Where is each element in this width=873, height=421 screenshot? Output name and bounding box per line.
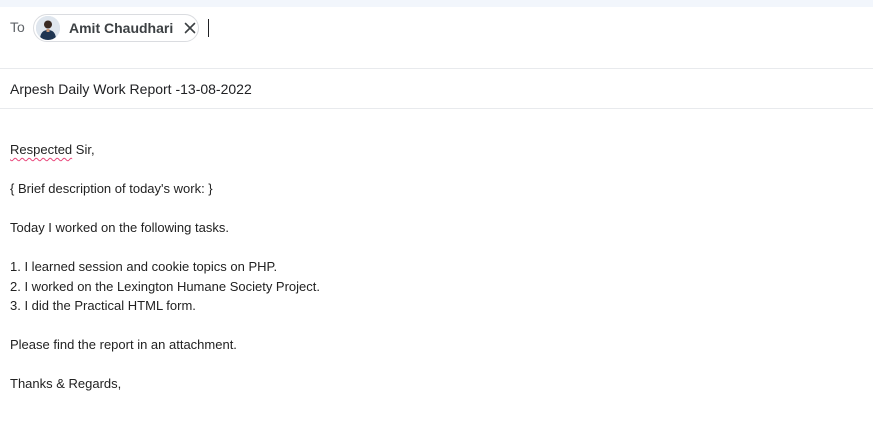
text-cursor	[208, 19, 209, 37]
recipient-chip[interactable]: Amit Chaudhari	[33, 14, 199, 42]
body-line: { Brief description of today's work: }	[10, 181, 213, 196]
subject-text: Arpesh Daily Work Report -13-08-2022	[10, 81, 252, 97]
body-line: 1. I learned session and cookie topics o…	[10, 259, 278, 274]
body-line: Thanks & Regards,	[10, 376, 122, 391]
body-line	[10, 201, 860, 221]
compose-top-bar	[0, 0, 873, 7]
body-line	[10, 357, 860, 377]
misspelled-word[interactable]: Respected	[10, 142, 72, 157]
to-label: To	[10, 19, 25, 35]
body-line	[10, 240, 860, 260]
recipient-avatar	[36, 16, 60, 40]
close-icon[interactable]	[182, 20, 198, 36]
body-line	[10, 318, 860, 338]
message-body[interactable]: Respected Sir, { Brief description of to…	[10, 142, 860, 396]
greeting-line: Respected Sir,	[10, 142, 860, 162]
recipients-row[interactable]: To Amit Chaudhari	[0, 7, 873, 69]
greeting-rest: Sir,	[72, 142, 95, 157]
subject-field[interactable]: Arpesh Daily Work Report -13-08-2022	[0, 69, 873, 109]
recipient-name: Amit Chaudhari	[69, 20, 174, 36]
avatar-photo-icon	[36, 16, 60, 40]
body-line: Today I worked on the following tasks.	[10, 220, 229, 235]
body-line: 2. I worked on the Lexington Humane Soci…	[10, 278, 321, 294]
body-line: Please find the report in an attachment.	[10, 337, 237, 352]
body-line: 3. I did the Practical HTML form.	[10, 298, 196, 313]
body-line	[10, 162, 860, 182]
